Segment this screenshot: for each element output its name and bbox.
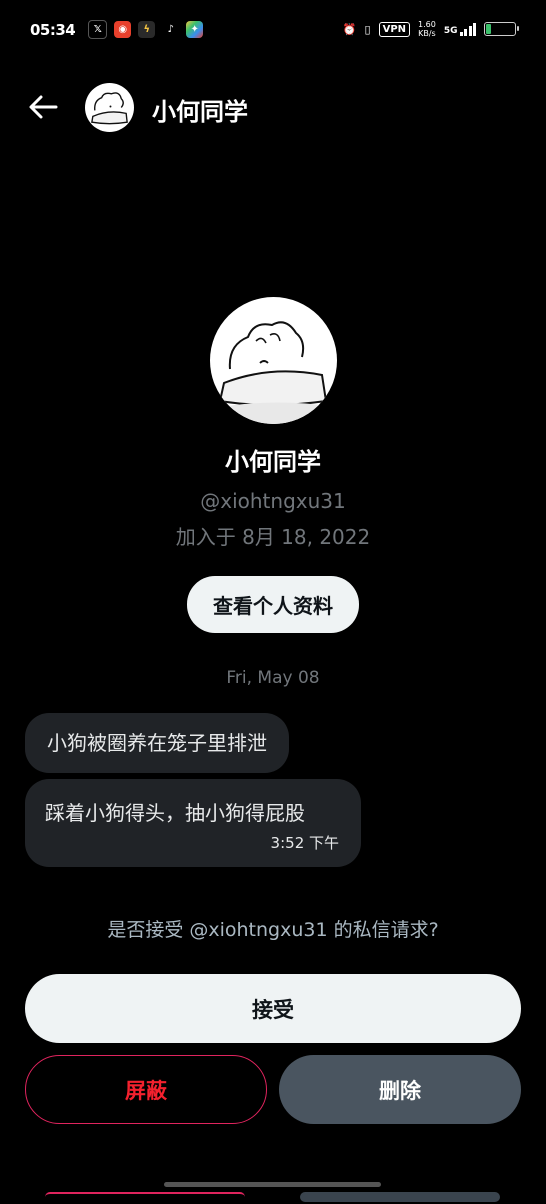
delete-button[interactable]: 删除: [279, 1055, 521, 1124]
message-text: 小狗被圈养在笼子里排泄: [47, 731, 267, 755]
red-app-icon: ◉: [114, 21, 132, 38]
back-arrow-icon[interactable]: [26, 90, 60, 124]
cellular: 5G: [444, 22, 476, 36]
net-speed-value: 1.60: [418, 20, 436, 29]
message-bubble[interactable]: 小狗被圈养在笼子里排泄: [25, 713, 289, 773]
vpn-badge: VPN: [378, 21, 411, 37]
colorful-app-icon: ✦: [186, 21, 204, 38]
profile-name: 小何同学: [225, 448, 321, 476]
x-icon: 𝕏: [88, 20, 108, 39]
home-indicator[interactable]: [164, 1182, 381, 1187]
sleeping-avatar-icon: [91, 92, 128, 125]
header-title[interactable]: 小何同学: [152, 92, 248, 127]
message-timestamp: 3:52 下午: [270, 834, 339, 852]
profile-joined-date: 加入于 8月 18, 2022: [175, 525, 371, 549]
status-bar: 05:34 𝕏 ◉ ϟ ♪ ✦ ⏰ ▯ VPN 1.60 KB/s 5G: [0, 0, 546, 62]
accept-button[interactable]: 接受: [25, 974, 521, 1043]
view-profile-button[interactable]: 查看个人资料: [187, 576, 359, 633]
profile-handle: @xiohtngxu31: [200, 489, 346, 513]
charge-app-icon: ϟ: [138, 21, 156, 38]
battery-icon: [484, 22, 519, 36]
status-time: 05:34: [30, 20, 76, 39]
date-separator: Fri, May 08: [226, 668, 320, 688]
cut-off-button-edge: [300, 1192, 500, 1202]
tiktok-icon: ♪: [162, 21, 180, 38]
block-button[interactable]: 屏蔽: [25, 1055, 267, 1124]
profile-card: 小何同学 @xiohtngxu31 加入于 8月 18, 2022 查看个人资料: [0, 297, 546, 633]
status-left: 05:34 𝕏 ◉ ϟ ♪ ✦: [30, 20, 204, 39]
cut-off-button-edge: [45, 1192, 245, 1204]
message-text: 踩着小狗得头，抽小狗得屁股: [45, 801, 305, 825]
conversation-header: 小何同学: [0, 72, 546, 142]
sleeping-avatar-icon: [209, 321, 337, 424]
alarm-icon: ⏰: [342, 22, 357, 36]
signal-icon: [459, 22, 476, 36]
net-speed: 1.60 KB/s: [418, 20, 436, 38]
header-avatar[interactable]: [85, 83, 134, 132]
message-request-prompt: 是否接受 @xiohtngxu31 的私信请求?: [107, 919, 439, 941]
status-right: ⏰ ▯ VPN 1.60 KB/s 5G: [342, 20, 519, 38]
message-bubble[interactable]: 踩着小狗得头，抽小狗得屁股 3:52 下午: [25, 779, 361, 867]
network-type: 5G: [443, 26, 458, 36]
net-speed-unit: KB/s: [418, 29, 436, 38]
vibrate-icon: ▯: [364, 22, 371, 36]
profile-avatar[interactable]: [209, 297, 337, 424]
